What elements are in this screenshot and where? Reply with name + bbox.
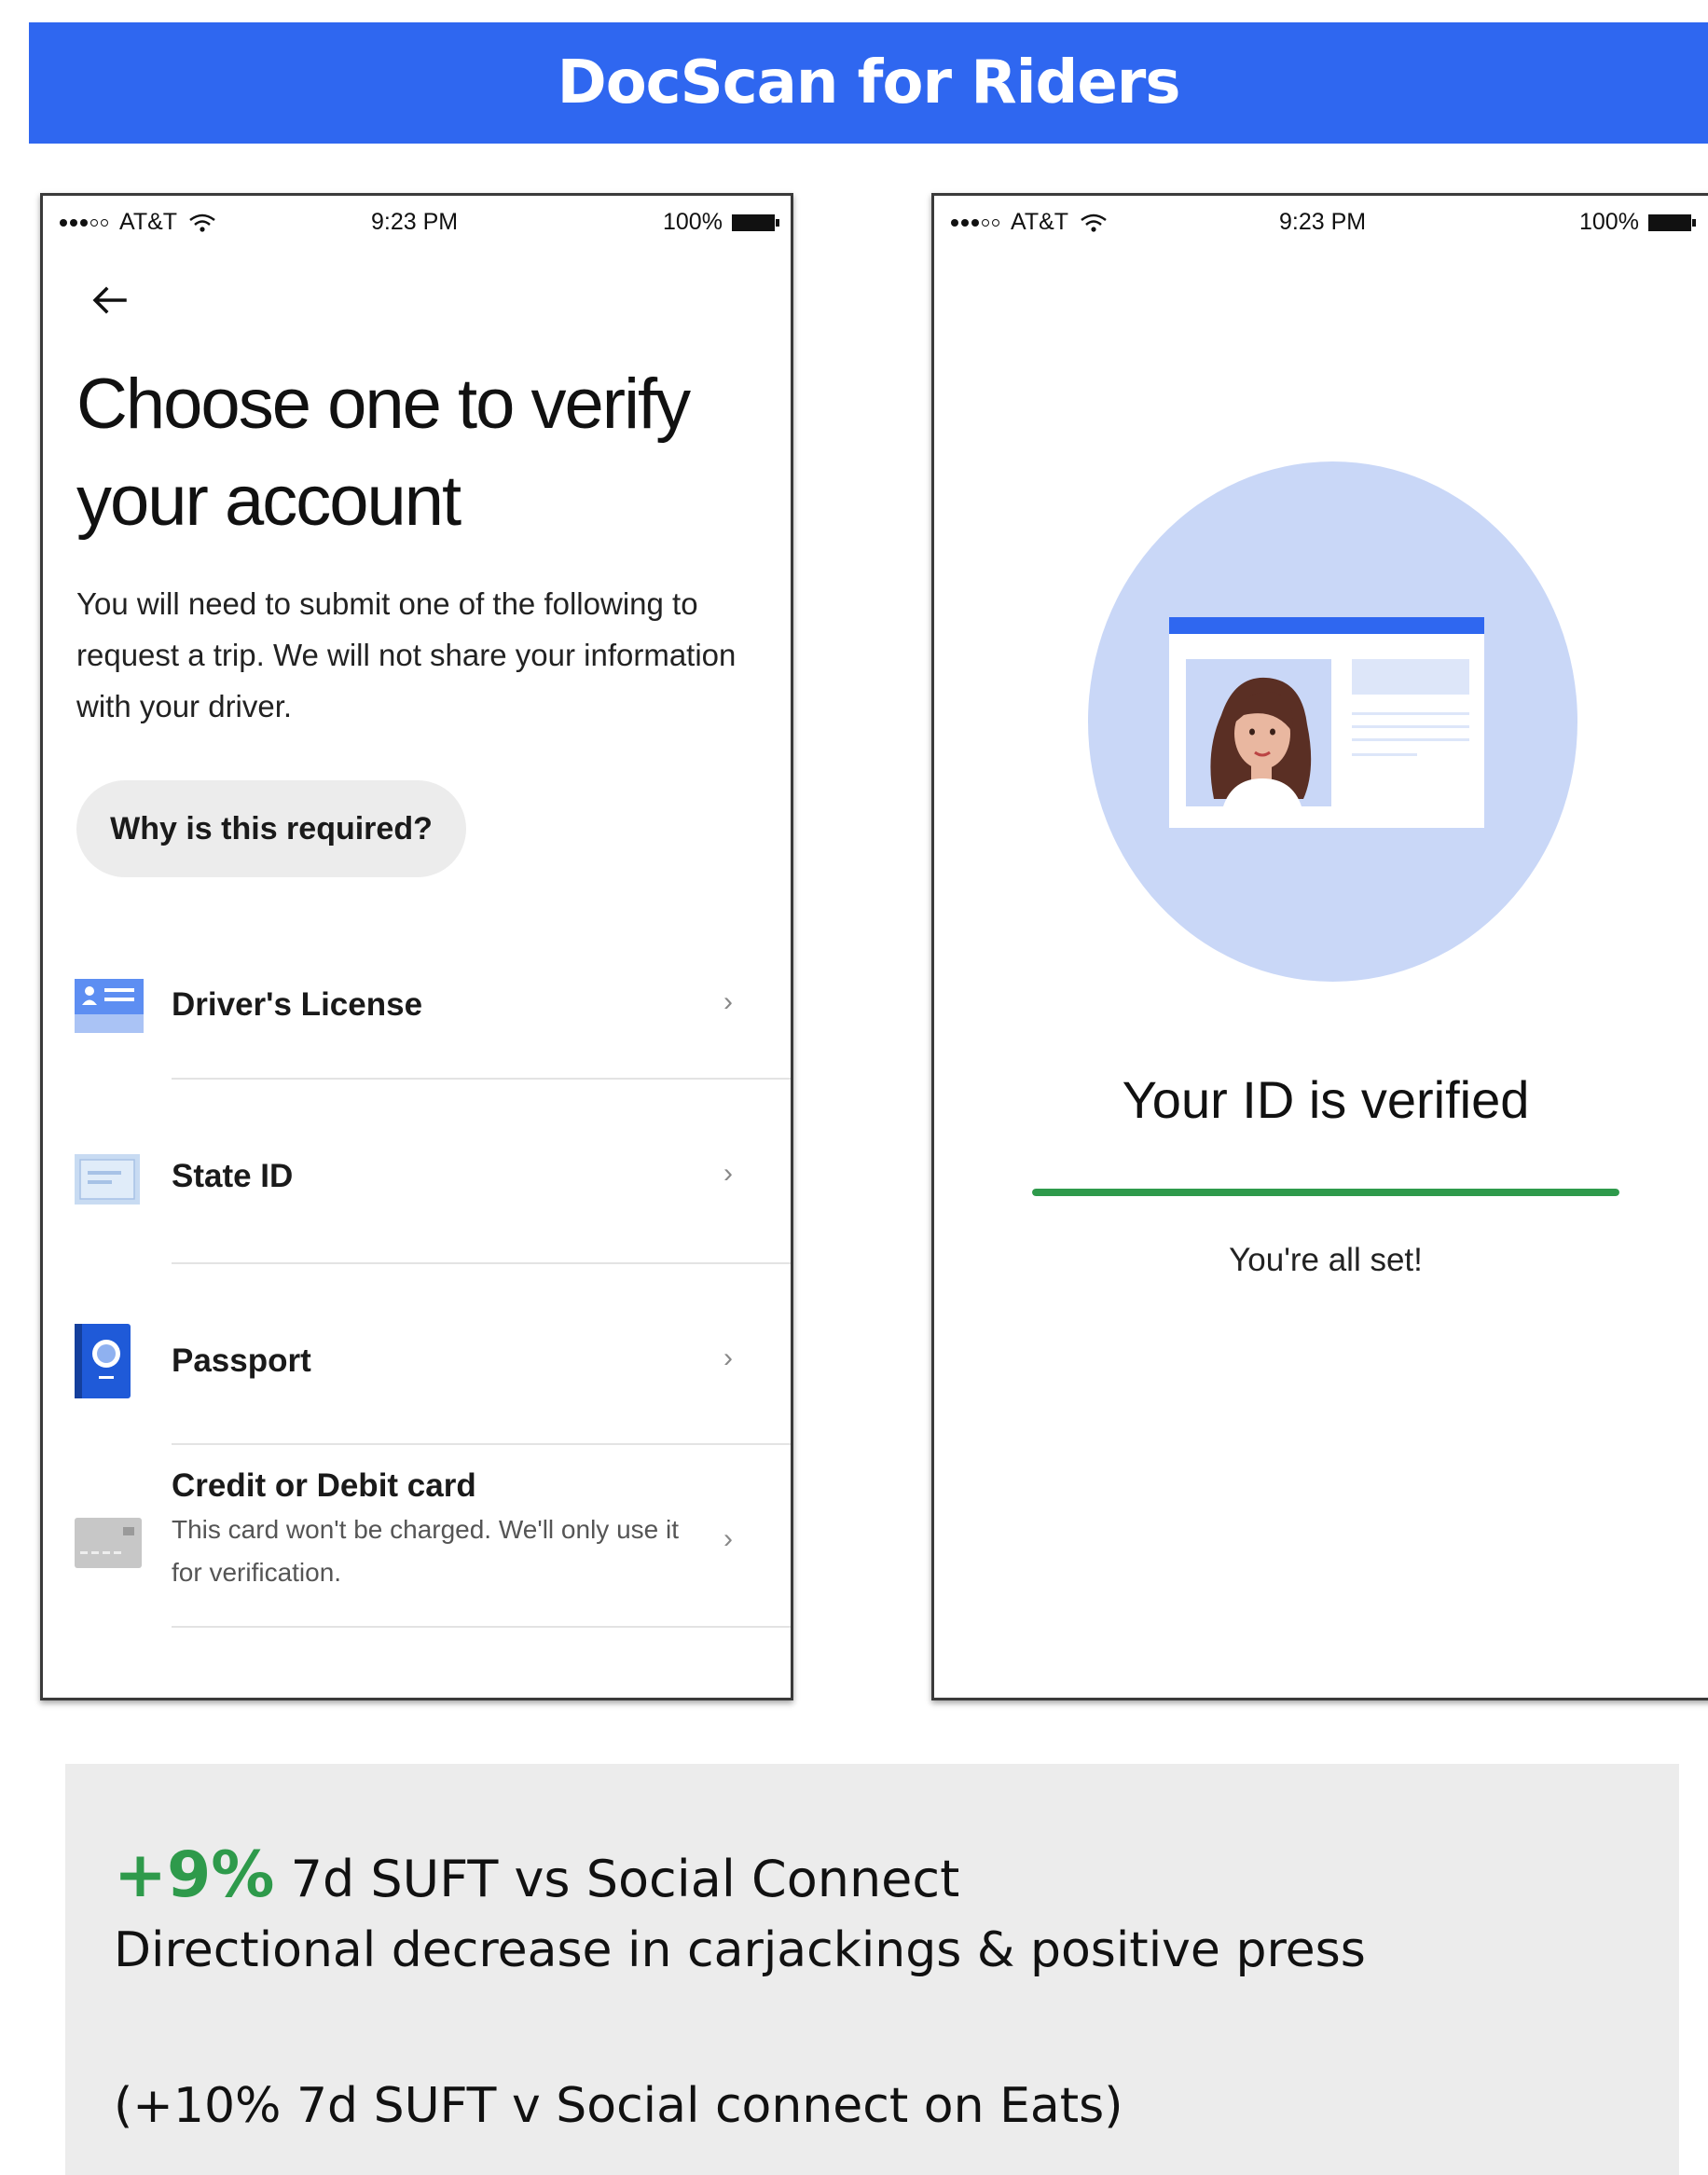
id-text-line	[1352, 738, 1469, 741]
id-card-header-bar	[1169, 617, 1484, 634]
verified-title: Your ID is verified	[1122, 1070, 1530, 1129]
state-id-icon	[75, 1154, 140, 1205]
id-text-line	[1352, 712, 1469, 715]
id-text-line	[1352, 753, 1417, 756]
credit-card-icon	[75, 1518, 142, 1568]
id-text-block	[1352, 659, 1469, 695]
status-bar: AT&T 9:23 PM 100%	[43, 209, 791, 246]
battery-icon	[1647, 213, 1696, 231]
carrier-label: AT&T	[119, 209, 178, 235]
divider	[172, 1443, 791, 1445]
chevron-right-icon: ›	[723, 1342, 733, 1373]
divider	[172, 1626, 791, 1628]
divider	[172, 1262, 791, 1264]
id-card-illustration	[1169, 617, 1484, 828]
id-photo	[1186, 659, 1331, 806]
why-required-button[interactable]: Why is this required?	[76, 780, 466, 877]
status-bar: AT&T 9:23 PM 100%	[934, 209, 1708, 246]
progress-fill	[1032, 1189, 1619, 1196]
wifi-icon	[1081, 213, 1107, 232]
page-title: Choose one to verify your account	[76, 365, 691, 541]
status-time: 9:23 PM	[1279, 209, 1367, 235]
phone-screen-verified: AT&T 9:23 PM 100% Your ID is verified Yo…	[931, 193, 1708, 1700]
phone-screen-choose-id: AT&T 9:23 PM 100% Choose one to verify y…	[40, 193, 793, 1700]
results-summary: +9% 7d SUFT vs Social Connect Directiona…	[65, 1764, 1679, 2175]
signal-icon	[951, 218, 999, 227]
verification-progress	[1032, 1189, 1619, 1196]
result-line-1: +9% 7d SUFT vs Social Connect	[114, 1838, 959, 1912]
all-set-message: You're all set!	[1229, 1242, 1423, 1278]
option-label: Credit or Debit card	[172, 1467, 476, 1504]
option-sublabel: This card won't be charged. We'll only u…	[172, 1515, 679, 1587]
option-label: Passport	[172, 1342, 311, 1379]
back-arrow-icon[interactable]	[88, 278, 132, 323]
chevron-right-icon: ›	[723, 1158, 733, 1189]
status-time: 9:23 PM	[371, 209, 459, 235]
result-metric: +9%	[114, 1838, 275, 1912]
battery-icon	[731, 213, 779, 231]
drivers-license-icon	[75, 979, 144, 1033]
page-description: You will need to submit one of the follo…	[76, 586, 737, 723]
option-state-id[interactable]: State ID ›	[43, 1147, 791, 1324]
divider	[172, 1078, 791, 1080]
battery-percent: 100%	[663, 209, 723, 235]
option-label: State ID	[172, 1158, 294, 1194]
option-drivers-license[interactable]: Driver's License ›	[43, 979, 791, 1147]
passport-icon	[75, 1324, 131, 1398]
chevron-right-icon: ›	[723, 986, 733, 1017]
signal-icon	[60, 218, 108, 227]
result-line-2: Directional decrease in carjackings & po…	[114, 1922, 1366, 1978]
portrait-icon	[1210, 677, 1312, 806]
carrier-label: AT&T	[1011, 209, 1069, 235]
banner-title: DocScan for Riders	[557, 48, 1181, 117]
id-text-line	[1352, 725, 1469, 728]
battery-percent: 100%	[1579, 209, 1639, 235]
option-label: Driver's License	[172, 986, 423, 1023]
option-credit-card[interactable]: Credit or Debit card This card won't be …	[43, 1467, 791, 1669]
banner: DocScan for Riders	[29, 22, 1708, 144]
wifi-icon	[189, 213, 215, 232]
result-metric-desc: 7d SUFT vs Social Connect	[274, 1850, 960, 1908]
chevron-right-icon: ›	[723, 1523, 733, 1554]
result-line-3: (+10% 7d SUFT v Social connect on Eats)	[114, 2078, 1123, 2134]
